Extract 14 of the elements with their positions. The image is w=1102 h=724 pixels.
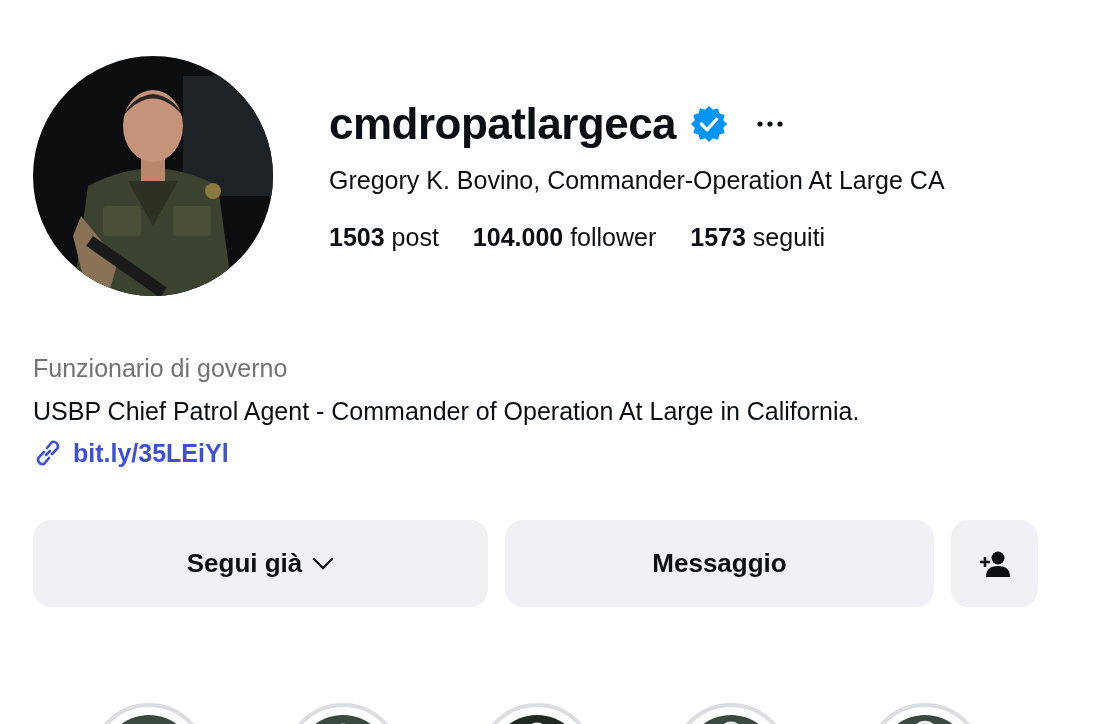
stat-text[interactable]: 104.000 follower xyxy=(472,223,657,252)
profile-link[interactable]: bit.ly/35LEiYl xyxy=(73,438,229,468)
more-options-icon[interactable] xyxy=(756,120,785,128)
add-person-icon xyxy=(978,549,1011,578)
following-button[interactable]: Segui già xyxy=(33,520,488,607)
message-button[interactable]: Messaggio xyxy=(505,520,934,607)
add-person-button[interactable] xyxy=(951,520,1038,607)
username: cmdropatlargeca xyxy=(329,99,677,149)
full-name: Gregory K. Bovino, Commander-Operation At Large CA xyxy=(329,166,945,195)
bio-text: USBP Chief Patrol Agent - Commander of Operation At Large in California. xyxy=(33,397,861,426)
stat-text[interactable]: 1573 seguiti xyxy=(690,223,826,252)
stat-text[interactable]: 1503 post xyxy=(329,223,439,252)
category-label: Funzionario di governo xyxy=(33,354,289,383)
chevron-down-icon xyxy=(312,556,335,571)
